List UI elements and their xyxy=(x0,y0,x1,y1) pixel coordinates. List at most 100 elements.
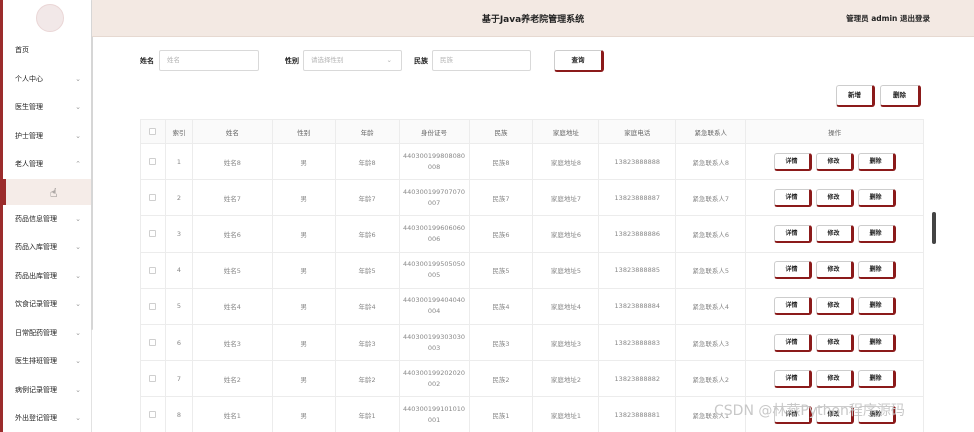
cell-age: 年龄6 xyxy=(334,215,400,253)
row-delete-button[interactable]: 删除 xyxy=(857,369,896,388)
chevron-down-icon: ⌄ xyxy=(75,243,81,251)
row-select-cell[interactable] xyxy=(140,360,166,398)
cell-phone: 13823888884 xyxy=(598,287,677,325)
row-delete-button[interactable]: 删除 xyxy=(857,297,896,316)
cell-phone: 13823888883 xyxy=(598,323,677,362)
sidebar-item-doctors[interactable]: 医生管理 ⌄ xyxy=(3,93,91,122)
cell-age: 年龄7 xyxy=(334,179,400,217)
row-select-cell[interactable] xyxy=(140,287,166,325)
column-header: 家庭电话 xyxy=(598,119,677,144)
cell-address: 家庭地址5 xyxy=(532,251,600,289)
nation-input[interactable]: 民族 xyxy=(432,50,531,71)
checkbox[interactable] xyxy=(149,128,157,135)
table-row: 2 姓名7 男年龄7 440300199707070 007 民族7 家庭地址7 138238… xyxy=(140,179,924,217)
avatar[interactable] xyxy=(36,4,64,32)
detail-button[interactable]: 详情 xyxy=(773,369,812,388)
sidebar-item-outing[interactable]: 外出登记管理 ⌄ xyxy=(3,404,91,432)
delete-button[interactable]: 删除 xyxy=(880,85,921,107)
column-header: 操作 xyxy=(745,119,924,144)
id-number-part: 440300199303030 xyxy=(403,332,466,341)
sidebar-item-nurses[interactable]: 护士管理 ⌄ xyxy=(3,122,91,151)
checkbox[interactable] xyxy=(149,411,157,419)
cell-address: 家庭地址3 xyxy=(532,323,600,362)
detail-button[interactable]: 详情 xyxy=(773,152,812,171)
detail-button[interactable]: 详情 xyxy=(773,188,812,207)
detail-button[interactable]: 详情 xyxy=(773,224,812,243)
row-select-cell[interactable] xyxy=(140,396,166,432)
row-delete-button[interactable]: 删除 xyxy=(857,188,896,207)
checkbox[interactable] xyxy=(149,194,157,202)
cell-index: 7 xyxy=(164,360,193,398)
cell-phone: 13823888881 xyxy=(598,396,677,432)
sidebar-item-daily-dispense[interactable]: 日常配药管理 ⌄ xyxy=(3,319,91,348)
sidebar-item-label: 老人管理 xyxy=(15,160,43,168)
sidebar-item-case-records[interactable]: 病例记录管理 ⌄ xyxy=(3,376,91,405)
cell-contact: 紧急联系人6 xyxy=(675,215,747,253)
column-header: 年龄 xyxy=(334,119,400,144)
edit-button[interactable]: 修改 xyxy=(815,152,854,171)
sidebar-item-label: 外出登记管理 xyxy=(15,414,57,422)
checkbox[interactable] xyxy=(149,339,157,347)
sidebar-item-label: 医生排班管理 xyxy=(15,357,57,365)
add-button[interactable]: 新增 xyxy=(836,85,875,107)
checkbox[interactable] xyxy=(149,302,157,310)
sidebar-item-medicine-in[interactable]: 药品入库管理 ⌄ xyxy=(3,233,91,262)
row-select-cell[interactable] xyxy=(140,323,166,362)
detail-button[interactable]: 详情 xyxy=(773,261,812,280)
edit-button[interactable]: 修改 xyxy=(815,369,854,388)
row-delete-button[interactable]: 删除 xyxy=(857,152,896,171)
name-label: 姓名 xyxy=(140,57,154,65)
cell-contact: 紧急联系人2 xyxy=(675,360,747,398)
chevron-down-icon: ⌄ xyxy=(75,74,81,83)
sidebar-item-diet[interactable]: 饮食记录管理 ⌄ xyxy=(3,290,91,319)
edit-button[interactable]: 修改 xyxy=(815,188,854,207)
row-delete-button[interactable]: 删除 xyxy=(857,333,896,352)
checkbox[interactable] xyxy=(149,266,157,274)
sidebar-item-personal[interactable]: 个人中心 ⌄ xyxy=(3,65,91,94)
admin-logout[interactable]: 管理员 admin 退出登录 xyxy=(846,13,930,24)
column-header: 紧急联系人 xyxy=(675,119,747,144)
sidebar-item-home[interactable]: 首页 xyxy=(3,36,91,65)
column-header: 家庭地址 xyxy=(532,119,600,144)
edit-button[interactable]: 修改 xyxy=(815,224,854,243)
id-number-part: 440300199202020 xyxy=(403,368,466,377)
row-select-cell[interactable] xyxy=(140,179,166,217)
page-scrollbar[interactable] xyxy=(932,212,936,244)
data-table: 索引 姓名 性别 年龄 身份证号 民族 家庭地址 家庭电话 紧急联系人 操作 1… xyxy=(140,119,924,432)
cell-age: 年龄8 xyxy=(334,142,400,181)
row-delete-button[interactable]: 删除 xyxy=(857,261,896,280)
checkbox[interactable] xyxy=(149,230,157,238)
sidebar-item-elderly[interactable]: 老人管理 ⌃ xyxy=(3,150,91,179)
edit-button[interactable]: 修改 xyxy=(815,333,854,352)
edit-button[interactable]: 修改 xyxy=(815,297,854,316)
cell-id-number: 440300199101010 001 xyxy=(398,396,470,432)
checkbox[interactable] xyxy=(149,375,157,383)
sidebar-item-medicine-info[interactable]: 药品信息管理 ⌄ xyxy=(3,205,91,234)
cell-phone: 13823888885 xyxy=(598,251,677,289)
query-button[interactable]: 查询 xyxy=(554,50,604,72)
sidebar-item-label: 饮食记录管理 xyxy=(15,300,57,308)
gender-placeholder: 请选择性别 xyxy=(311,56,344,64)
gender-select[interactable]: 请选择性别 ⌄ xyxy=(303,50,402,71)
cell-id-number: 440300199606060 006 xyxy=(398,215,470,253)
id-number-part: 003 xyxy=(427,343,441,352)
chevron-down-icon: ⌄ xyxy=(75,271,81,280)
row-delete-button[interactable]: 删除 xyxy=(857,224,896,243)
row-select-cell[interactable] xyxy=(140,142,166,181)
row-select-cell[interactable] xyxy=(140,251,166,289)
column-header: 索引 xyxy=(164,119,193,144)
sidebar-subitem-elderly[interactable]: ☝ xyxy=(3,178,91,205)
name-input[interactable]: 姓名 xyxy=(159,50,259,71)
detail-button[interactable]: 详情 xyxy=(773,297,812,316)
cell-gender: 男 xyxy=(271,287,336,325)
cell-age: 年龄1 xyxy=(334,396,400,432)
select-all-cell[interactable] xyxy=(140,119,166,144)
checkbox[interactable] xyxy=(149,158,157,166)
detail-button[interactable]: 详情 xyxy=(773,333,812,352)
row-select-cell[interactable] xyxy=(140,215,166,253)
sidebar-item-medicine-out[interactable]: 药品出库管理 ⌄ xyxy=(3,262,91,291)
cell-contact: 紧急联系人5 xyxy=(675,251,747,289)
edit-button[interactable]: 修改 xyxy=(815,261,854,280)
sidebar-item-doctor-schedule[interactable]: 医生排班管理 ⌄ xyxy=(3,347,91,376)
cell-name: 姓名6 xyxy=(191,215,273,253)
